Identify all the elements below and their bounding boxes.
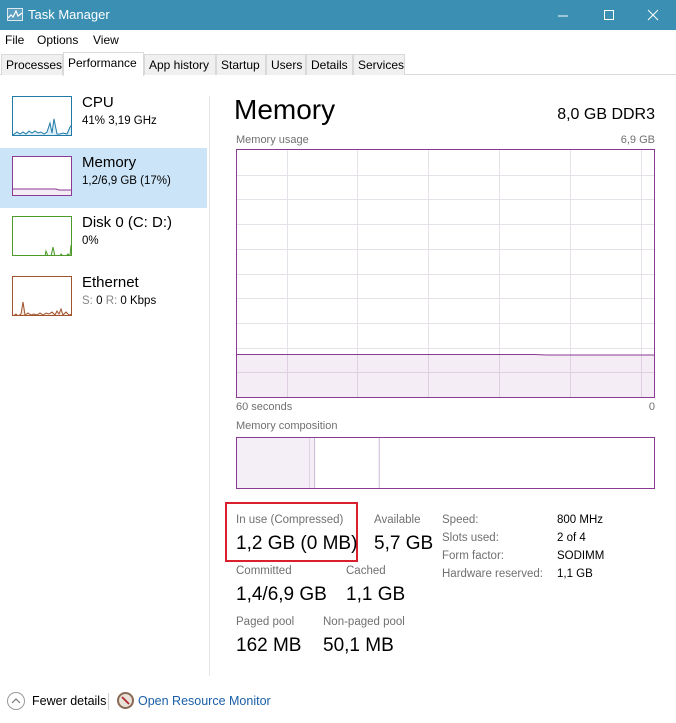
maximize-button[interactable] (586, 0, 632, 30)
memory-composition-graph (236, 437, 655, 489)
slots-used-value: 2 of 4 (557, 532, 586, 544)
form-factor-value: SODIMM (557, 550, 605, 562)
tab-details[interactable]: Details (306, 54, 353, 75)
cached-value: 1,1 GB (346, 584, 406, 605)
tab-app-history[interactable]: App history (144, 54, 216, 75)
menu-file[interactable]: File (5, 33, 24, 47)
disk-mini-graph (12, 216, 72, 256)
non-paged-pool-value: 50,1 MB (323, 635, 394, 656)
minimize-icon (558, 15, 568, 17)
memory-usage-graph (236, 149, 655, 398)
committed-label: Committed (236, 565, 292, 577)
tab-services[interactable]: Services (353, 54, 405, 75)
sidebar-item-cpu[interactable]: CPU 41% 3,19 GHz (0, 90, 207, 150)
sidebar-ethernet-sub: S: 0 R: 0 Kbps (82, 295, 156, 307)
tab-performance[interactable]: Performance (63, 52, 144, 76)
ethernet-receive-value: 0 Kbps (120, 295, 157, 307)
close-icon (647, 9, 659, 21)
time-axis-left: 60 seconds (236, 401, 293, 413)
memory-spec: 8,0 GB DDR3 (557, 106, 655, 123)
tab-users[interactable]: Users (266, 54, 306, 75)
cpu-mini-graph (12, 96, 72, 136)
minimize-button[interactable] (540, 0, 586, 30)
ethernet-send-label: S: (82, 295, 93, 307)
sidebar-cpu-sub: 41% 3,19 GHz (82, 115, 157, 127)
hardware-reserved-label: Hardware reserved: (442, 568, 543, 580)
sidebar-ethernet-label: Ethernet (82, 274, 139, 291)
task-manager-icon (7, 8, 23, 21)
hardware-reserved-value: 1,1 GB (557, 568, 593, 580)
window-title: Task Manager (28, 7, 110, 22)
memory-mini-graph (12, 156, 72, 196)
memory-usage-label: Memory usage (236, 134, 309, 146)
paged-pool-label: Paged pool (236, 616, 295, 628)
chevron-up-icon (11, 698, 21, 704)
resource-monitor-icon (117, 692, 134, 709)
speed-value: 800 MHz (557, 514, 604, 526)
sidebar-item-memory[interactable]: Memory 1,2/6,9 GB (17%) (0, 148, 207, 208)
sidebar-memory-sub: 1,2/6,9 GB (17%) (82, 175, 171, 187)
sidebar-disk-sub: 0% (82, 235, 99, 247)
cached-label: Cached (346, 565, 386, 577)
paged-pool-value: 162 MB (236, 635, 302, 656)
sidebar-divider (209, 96, 210, 676)
menu-bar: File Options View (0, 30, 676, 50)
tab-processes[interactable]: Processes (1, 54, 63, 75)
form-factor-label: Form factor: (442, 550, 504, 562)
sidebar-memory-label: Memory (82, 154, 137, 171)
fewer-details-link[interactable]: Fewer details (32, 694, 106, 708)
in-use-value: 1,2 GB (0 MB) (236, 533, 358, 554)
footer-separator (108, 693, 109, 710)
available-label: Available (374, 514, 421, 526)
sidebar-disk-label: Disk 0 (C: D:) (82, 214, 172, 231)
menu-options[interactable]: Options (37, 33, 78, 47)
fewer-details-button[interactable] (7, 692, 25, 710)
sidebar-item-disk[interactable]: Disk 0 (C: D:) 0% (0, 210, 207, 270)
memory-composition-label: Memory composition (236, 420, 338, 432)
non-paged-pool-label: Non-paged pool (323, 616, 405, 628)
committed-value: 1,4/6,9 GB (236, 584, 327, 605)
in-use-label: In use (Compressed) (236, 514, 344, 526)
memory-usage-chart (237, 150, 654, 397)
composition-in-use (237, 438, 310, 488)
ethernet-mini-graph (12, 276, 72, 316)
title-bar: Task Manager (0, 0, 676, 30)
time-axis-right: 0 (648, 401, 655, 413)
tab-bar: Processes Performance App history Startu… (0, 52, 676, 76)
available-value: 5,7 GB (374, 533, 434, 554)
maximize-icon (604, 10, 614, 20)
close-button[interactable] (630, 0, 676, 30)
tab-startup[interactable]: Startup (216, 54, 266, 75)
sidebar-item-ethernet[interactable]: Ethernet S: 0 R: 0 Kbps (0, 270, 207, 330)
memory-usage-max: 6,9 GB (620, 134, 655, 146)
sidebar-cpu-label: CPU (82, 94, 114, 111)
menu-view[interactable]: View (93, 33, 119, 47)
memory-composition-chart (237, 438, 380, 488)
composition-modified (309, 438, 315, 488)
speed-label: Speed: (442, 514, 479, 526)
open-resource-monitor-link[interactable]: Open Resource Monitor (138, 694, 271, 708)
slots-used-label: Slots used: (442, 532, 499, 544)
usage-area (237, 354, 654, 397)
page-title: Memory (234, 94, 336, 125)
ethernet-send-value: 0 (96, 295, 103, 307)
ethernet-receive-label: R: (105, 295, 118, 307)
footer: Fewer details Open Resource Monitor (0, 688, 676, 718)
